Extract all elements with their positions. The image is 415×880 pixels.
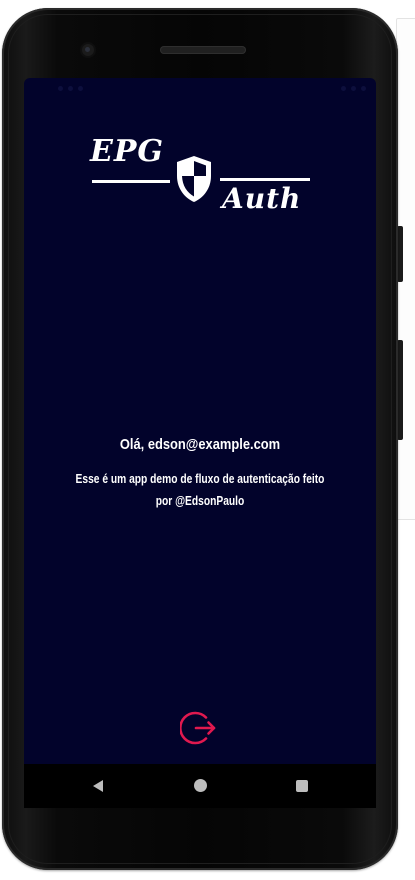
app-logo: EPG Auth <box>86 134 316 222</box>
logo-epg-text: EPG <box>90 134 165 169</box>
status-dot <box>78 86 83 91</box>
recents-square-icon[interactable] <box>296 780 308 792</box>
system-navigation-bar <box>24 764 376 808</box>
logout-icon <box>178 711 216 745</box>
status-icons-right <box>341 86 366 91</box>
back-triangle-icon[interactable] <box>90 778 106 794</box>
logout-button[interactable] <box>178 708 220 748</box>
status-dot <box>68 86 73 91</box>
status-bar <box>24 78 376 98</box>
home-circle-icon[interactable] <box>194 779 207 792</box>
device-stage: EPG Auth Olá, edson@example.com Esse é u… <box>0 0 415 880</box>
app-screen: EPG Auth Olá, edson@example.com Esse é u… <box>24 78 376 764</box>
status-dot <box>341 86 346 91</box>
front-camera <box>82 44 94 56</box>
status-icons-left <box>58 86 83 91</box>
status-dot <box>58 86 63 91</box>
shield-icon <box>177 156 211 202</box>
earpiece-speaker <box>160 46 246 54</box>
status-dot <box>351 86 356 91</box>
logo-overline <box>220 178 310 181</box>
logo-auth-text: Auth <box>222 182 302 215</box>
greeting-text: Olá, edson@example.com <box>119 436 281 453</box>
status-dot <box>361 86 366 91</box>
logo-underline <box>92 180 170 183</box>
app-description: Esse é um app demo de fluxo de autentica… <box>75 472 325 508</box>
